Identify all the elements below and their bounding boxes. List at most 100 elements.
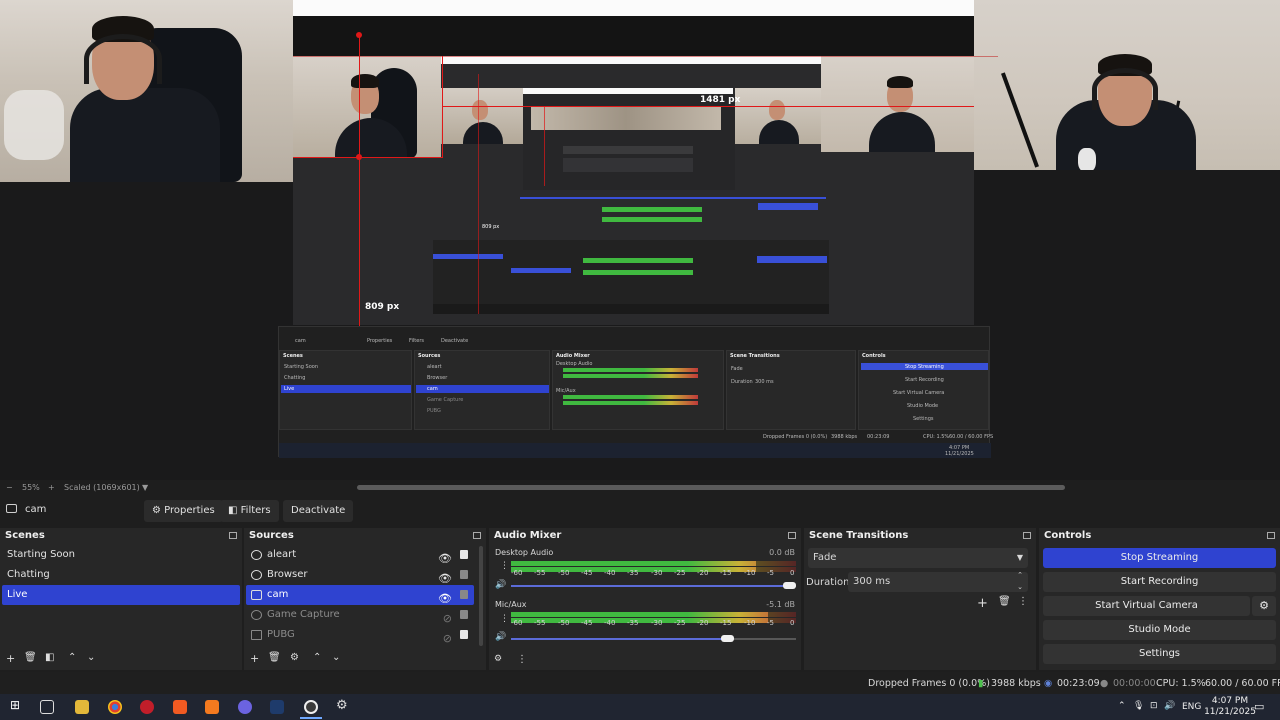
brave-icon[interactable] (173, 700, 187, 714)
stop-streaming-button[interactable]: Stop Streaming (1043, 548, 1276, 568)
volume-icon[interactable]: 🔊 (1164, 701, 1175, 711)
nested-cam-1 (293, 56, 441, 158)
meter-tick-label: -5 (767, 569, 774, 577)
zoom-in-icon[interactable]: + (48, 483, 55, 492)
meter-tick-label: -35 (627, 569, 639, 577)
kebab-icon[interactable]: ⋮ (1018, 596, 1028, 607)
add-icon[interactable]: + (6, 652, 15, 665)
trash-icon[interactable]: 🗑 (268, 652, 281, 663)
add-icon[interactable]: + (250, 652, 259, 665)
properties-button[interactable]: ⚙ Properties (144, 500, 223, 522)
app-icon-orange[interactable] (205, 700, 219, 714)
add-icon[interactable]: + (977, 596, 988, 611)
unlock-icon[interactable] (460, 610, 468, 619)
source-item-browser[interactable]: Browser 👁 (246, 565, 474, 585)
channel-db-desktop: 0.0 dB (769, 548, 795, 557)
meter-tick-label: -55 (534, 619, 546, 627)
app-icon-red[interactable] (140, 700, 154, 714)
nested-level-4-dock (520, 195, 826, 236)
duration-label: Duration (806, 577, 850, 588)
undock-icon[interactable] (1267, 532, 1275, 539)
studio-mode-button[interactable]: Studio Mode (1043, 620, 1276, 640)
speaker-icon[interactable]: 🔊 (495, 580, 506, 590)
settings-button[interactable]: Settings (1043, 644, 1276, 664)
chevron-up-icon[interactable]: ⌃ (313, 652, 321, 663)
hidden-icon[interactable]: ⊘ (443, 629, 452, 649)
chevron-down-icon[interactable]: ⌄ (332, 652, 340, 663)
discord-icon[interactable] (238, 700, 252, 714)
undock-icon[interactable] (229, 532, 237, 539)
steam-icon[interactable] (270, 700, 284, 714)
source-toolbar: cam ⚙ Properties ◧ Filters Deactivate (0, 497, 1280, 524)
chevron-up-icon[interactable]: ⌃ (68, 652, 76, 663)
gear-icon[interactable]: ⚙ (290, 652, 299, 663)
source-item-game-capture[interactable]: Game Capture ⊘ (246, 605, 474, 625)
stream-time: 00:23:09 (1057, 678, 1100, 689)
undock-icon[interactable] (788, 532, 796, 539)
start-virtual-camera-button[interactable]: Start Virtual Camera (1043, 596, 1250, 616)
lock-icon[interactable] (460, 550, 468, 559)
kebab-icon[interactable]: ⋮ (500, 614, 509, 624)
duration-spinbox[interactable]: 300 ms ⌃ ⌄ (848, 569, 1028, 593)
chevron-down-icon[interactable]: ⌄ (87, 652, 95, 663)
meter-tick-label: -10 (744, 569, 756, 577)
spin-arrows-icon[interactable]: ⌃ ⌄ (1017, 569, 1023, 593)
volume-knob-desktop[interactable] (783, 582, 796, 589)
chrome-icon[interactable] (108, 700, 122, 714)
preview-scrollbar[interactable] (357, 485, 1065, 490)
start-recording-button[interactable]: Start Recording (1043, 572, 1276, 592)
language-indicator[interactable]: ENG (1182, 702, 1201, 712)
scene-item-starting-soon[interactable]: Starting Soon (2, 545, 240, 565)
filters-button[interactable]: ◧ Filters (220, 500, 279, 522)
virtual-camera-settings-gear-icon[interactable]: ⚙ (1252, 596, 1276, 616)
scene-item-live[interactable]: Live (2, 585, 240, 605)
nested-level-4b (433, 240, 829, 314)
deactivate-button[interactable]: Deactivate (283, 500, 354, 522)
scene-item-chatting[interactable]: Chatting (2, 565, 240, 585)
trash-icon[interactable]: 🗑 (24, 652, 37, 663)
scale-dropdown-icon[interactable]: ▼ (142, 483, 148, 492)
clock-time[interactable]: 4:07 PM (1208, 696, 1252, 706)
channel-name-mic: Mic/Aux (495, 600, 527, 609)
volume-knob-mic[interactable] (721, 635, 734, 642)
mic-icon[interactable]: 🎙 (1133, 701, 1144, 711)
network-icon[interactable]: ⊡ (1150, 701, 1158, 711)
fps-readout: 60.00 / 60.00 FPS (1205, 678, 1280, 689)
mixer-settings-icon[interactable]: ⚙ (494, 654, 502, 664)
undock-icon[interactable] (1023, 532, 1031, 539)
transition-select[interactable]: Fade ▼ (808, 548, 1028, 568)
volume-slider-desktop[interactable] (511, 585, 790, 587)
source-item-cam[interactable]: cam 👁 (246, 585, 474, 605)
meter-tick-label: -40 (604, 569, 616, 577)
obs-icon[interactable] (304, 700, 318, 714)
speaker-icon[interactable]: 🔊 (495, 632, 506, 642)
settings-gear-icon[interactable]: ⚙ (336, 698, 350, 713)
source-item-pubg[interactable]: PUBG ⊘ (246, 625, 474, 645)
kebab-icon[interactable]: ⋮ (500, 561, 509, 571)
preview-canvas[interactable]: 1481 px 809 px 809 px cam Properties Fil… (0, 0, 1280, 480)
filter-icon[interactable]: ◧ (45, 652, 54, 663)
unlock-icon[interactable] (460, 590, 468, 599)
clock-date[interactable]: 11/21/2025 (1202, 707, 1258, 717)
meter-tick-label: -10 (744, 619, 756, 627)
trash-icon[interactable]: 🗑 (998, 596, 1011, 607)
kebab-icon[interactable]: ⋮ (517, 654, 527, 665)
sources-scrollbar[interactable] (479, 546, 483, 646)
lock-icon[interactable] (460, 630, 468, 639)
volume-slider-track-mic (728, 638, 796, 640)
unlock-icon[interactable] (460, 570, 468, 579)
notification-icon[interactable]: ▭ (1254, 700, 1264, 713)
sources-toolbar: + 🗑 ⚙ ⌃ ⌄ (244, 650, 486, 670)
windows-start-icon[interactable]: ⊞ (10, 698, 24, 712)
properties-label: Properties (164, 505, 215, 516)
undock-icon[interactable] (473, 532, 481, 539)
zoom-out-icon[interactable]: − (6, 483, 13, 492)
tray-chevron-icon[interactable]: ⌃ (1118, 701, 1126, 711)
task-view-icon[interactable] (40, 700, 54, 714)
scene-transitions-title: Scene Transitions (809, 530, 909, 541)
source-label: PUBG (267, 629, 295, 640)
file-explorer-icon[interactable] (75, 700, 89, 714)
nested-obs-window: cam Properties Filters Deactivate Scenes… (278, 326, 993, 458)
source-item-aleart[interactable]: aleart 👁 (246, 545, 474, 565)
volume-slider-mic[interactable] (511, 638, 728, 640)
